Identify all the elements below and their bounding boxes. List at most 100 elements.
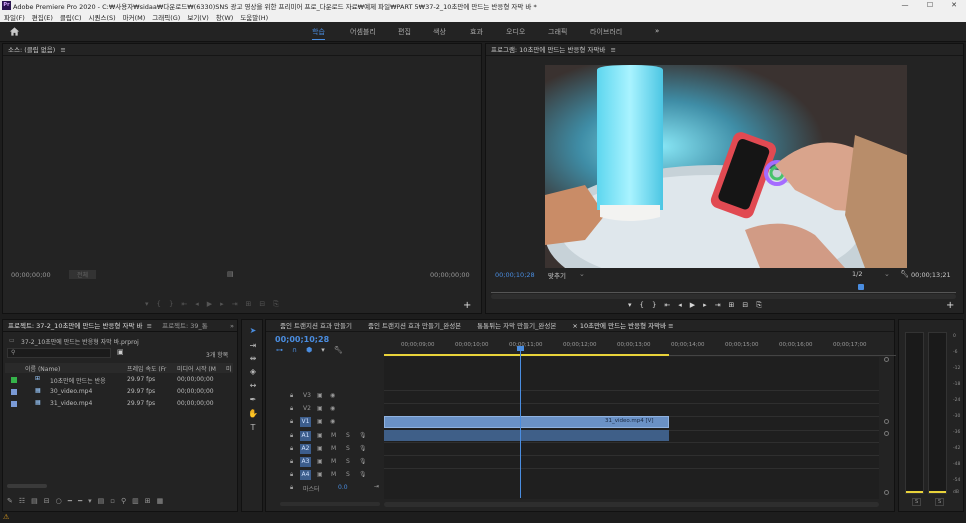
lock-icon[interactable]: 🔒︎ xyxy=(290,432,293,440)
timeline-toolbar[interactable]: ⊶∩⬢▾🔧︎ xyxy=(276,346,352,354)
program-timecode[interactable]: 00;00;10;28 xyxy=(495,271,535,279)
slip-tool-icon[interactable]: ↔ xyxy=(246,381,260,393)
mic-icon[interactable]: 🎙︎ xyxy=(359,458,367,465)
menu-marker[interactable]: 마커(M) xyxy=(123,12,146,22)
menu-window[interactable]: 창(W) xyxy=(216,12,233,22)
source-transport-controls[interactable]: ▾{}⇤◂▶▸⇥⊞⊟⎘ xyxy=(145,300,395,310)
track-label[interactable]: A1 xyxy=(300,431,311,441)
ripple-edit-tool-icon[interactable]: ⇹ xyxy=(246,354,260,366)
ws-tab-learn[interactable]: 학습 xyxy=(312,27,325,40)
film-icon[interactable]: ▣ xyxy=(317,471,323,478)
list-item[interactable]: ▦ 30_video.mp4 29.97 fps 00;00;00;00 xyxy=(5,387,233,398)
col-more[interactable]: 미 xyxy=(226,364,232,373)
project-toolbar[interactable]: ✎☷▤⊟○━━▾▤▫⚲▥⊞▦ xyxy=(7,497,227,507)
lock-icon[interactable]: 🔒︎ xyxy=(290,405,293,413)
item-name[interactable]: 30_video.mp4 xyxy=(50,388,92,395)
ws-tab-libraries[interactable]: 라이브러리 xyxy=(590,27,622,37)
track-label[interactable]: V1 xyxy=(300,417,311,427)
close-icon[interactable]: × xyxy=(572,322,580,330)
program-time-ruler[interactable] xyxy=(491,287,956,293)
playhead-handle[interactable] xyxy=(517,346,524,351)
panel-menu-icon[interactable]: ≡ xyxy=(610,46,615,54)
menu-graphics[interactable]: 그래픽(G) xyxy=(152,12,180,22)
film-icon[interactable]: ▣ xyxy=(317,432,323,439)
selection-tool-icon[interactable]: ➤ xyxy=(246,326,260,338)
menu-file[interactable]: 파일(F) xyxy=(4,12,25,22)
source-zoom-select[interactable]: 전체 xyxy=(69,270,97,279)
chevron-down-icon[interactable]: ⌄ xyxy=(884,270,890,278)
solo-right-button[interactable]: S xyxy=(935,498,945,506)
close-button[interactable]: ✕ xyxy=(942,0,966,11)
menu-edit[interactable]: 편집(E) xyxy=(32,12,53,22)
col-framerate[interactable]: 프레임 속도 (Fr xyxy=(127,364,166,373)
timeline-vertical-scroll[interactable] xyxy=(884,357,889,497)
master-volume[interactable]: 0.0 xyxy=(338,484,348,491)
playhead-line[interactable] xyxy=(520,348,521,498)
film-icon[interactable]: ▣ xyxy=(317,445,323,452)
mic-icon[interactable]: 🎙︎ xyxy=(359,471,367,478)
mute-button[interactable]: M xyxy=(331,471,336,478)
ws-tab-edit[interactable]: 편집 xyxy=(398,27,411,37)
razor-tool-icon[interactable]: ◈ xyxy=(246,367,260,379)
type-tool-icon[interactable]: T xyxy=(246,423,260,435)
more-tabs-icon[interactable]: » xyxy=(230,320,234,332)
audio-clip[interactable] xyxy=(384,430,669,441)
solo-button[interactable]: S xyxy=(346,471,350,478)
ws-tab-color[interactable]: 색상 xyxy=(433,27,446,37)
mic-icon[interactable]: 🎙︎ xyxy=(359,445,367,452)
video-clip[interactable]: 31_video.mp4 [V] xyxy=(384,416,669,428)
ws-tab-audio[interactable]: 오디오 xyxy=(506,27,525,37)
timeline-scrollbar[interactable] xyxy=(384,502,879,507)
eye-icon[interactable]: ◉ xyxy=(330,405,335,412)
timeline-tab-3[interactable]: 통통튀는 자막 만들기_완성본 xyxy=(477,320,556,331)
minimize-button[interactable]: — xyxy=(893,0,917,11)
timeline-tab-1[interactable]: 줌인 트랜지션 효과 만들기 xyxy=(280,320,352,331)
lock-icon[interactable]: 🔒︎ xyxy=(290,484,293,492)
track-select-tool-icon[interactable]: ⇥ xyxy=(246,341,260,353)
film-icon[interactable]: ▣ xyxy=(317,392,323,399)
track-label[interactable]: A2 xyxy=(300,444,311,454)
menu-help[interactable]: 도움말(H) xyxy=(240,12,268,22)
timeline-timecode[interactable]: 00;00;10;28 xyxy=(275,335,329,344)
lock-icon[interactable]: 🔒︎ xyxy=(290,471,293,479)
solo-left-button[interactable]: S xyxy=(912,498,922,506)
lock-icon[interactable]: 🔒︎ xyxy=(290,458,293,466)
track-label[interactable]: V3 xyxy=(303,392,311,399)
ws-tab-effects[interactable]: 효과 xyxy=(470,27,483,37)
item-name[interactable]: 31_video.mp4 xyxy=(50,400,92,407)
film-icon[interactable]: ▣ xyxy=(317,405,323,412)
list-item[interactable]: ▦ 31_video.mp4 29.97 fps 00;00;00;00 xyxy=(5,399,233,410)
wrench-icon[interactable]: 🔧︎ xyxy=(900,270,909,278)
mic-icon[interactable]: 🎙︎ xyxy=(359,432,367,439)
label-color-swatch[interactable] xyxy=(11,389,17,395)
lock-icon[interactable]: 🔒︎ xyxy=(290,445,293,453)
ws-tab-assembly[interactable]: 어셈블리 xyxy=(350,27,376,37)
maximize-button[interactable]: ☐ xyxy=(918,0,942,11)
lock-icon[interactable]: 🔒︎ xyxy=(290,392,293,400)
col-name[interactable]: 이름 (Name) xyxy=(25,364,60,373)
label-color-swatch[interactable] xyxy=(11,401,17,407)
master-goto-icon[interactable]: ⇥ xyxy=(374,483,379,490)
project-search-input[interactable]: ⚲ xyxy=(7,348,111,358)
track-label[interactable]: V2 xyxy=(303,405,311,412)
timeline-ruler[interactable]: 00;00;09;00 00;00;10;00 00;00;11;00 00;0… xyxy=(384,338,896,356)
track-label[interactable]: A3 xyxy=(300,457,311,467)
home-icon[interactable] xyxy=(9,26,20,37)
panel-menu-icon[interactable]: ≡ xyxy=(147,322,152,330)
mute-button[interactable]: M xyxy=(331,432,336,439)
label-color-swatch[interactable] xyxy=(11,377,17,383)
solo-button[interactable]: S xyxy=(346,445,350,452)
mute-button[interactable]: M xyxy=(331,445,336,452)
program-title[interactable]: 프로그램: 10초만에 만드는 반응형 자막바 xyxy=(491,46,605,54)
solo-button[interactable]: S xyxy=(346,432,350,439)
solo-button[interactable]: S xyxy=(346,458,350,465)
project-tab-2[interactable]: 프로젝트: 39_통 xyxy=(162,322,208,330)
work-area-bar[interactable] xyxy=(384,354,669,356)
header-scrollbar[interactable] xyxy=(280,502,380,506)
track-label[interactable]: A4 xyxy=(300,470,311,480)
list-item[interactable]: ⊞ 10초만에 만드는 반응 29.97 fps 00;00;00;00 xyxy=(5,375,233,386)
eye-icon[interactable]: ◉ xyxy=(330,418,335,425)
item-name[interactable]: 10초만에 만드는 반응 xyxy=(50,376,106,385)
pen-tool-icon[interactable]: ✒ xyxy=(246,395,260,407)
film-icon[interactable]: ▣ xyxy=(317,418,323,425)
